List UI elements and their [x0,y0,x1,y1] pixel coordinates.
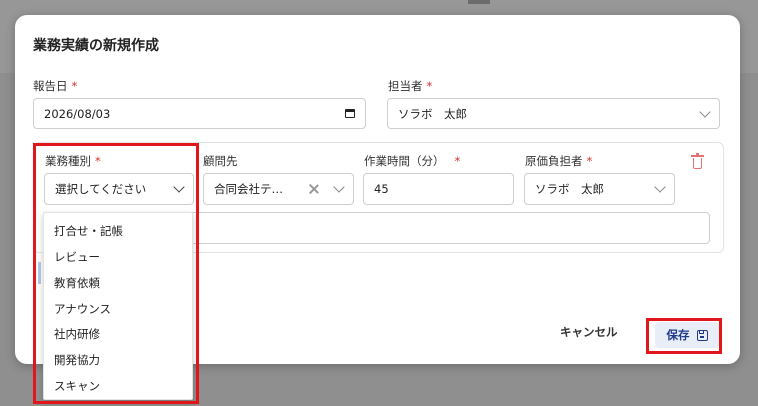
required-mark: * [586,154,593,168]
work-minutes-value: 45 [374,182,389,196]
report-date-value: 2026/08/03 [44,106,111,121]
required-mark: * [454,154,461,168]
required-mark: * [426,79,433,93]
save-button-highlight [646,318,722,354]
chevron-down-icon [654,181,666,193]
chevron-down-icon [699,105,711,118]
cost-owner-label-text: 原価負担者 [525,154,583,168]
cost-owner-select[interactable]: ソラボ 太郎 [524,173,675,205]
backdrop-element [468,0,490,4]
work-minutes-label: 作業時間（分） * [364,153,460,169]
cost-owner-label: 原価負担者 * [525,153,592,169]
cancel-button[interactable]: キャンセル [560,324,618,340]
calendar-icon[interactable] [345,109,355,118]
client-select[interactable]: 合同会社テ… [203,173,354,205]
cost-owner-value: ソラボ 太郎 [535,182,604,196]
work-minutes-input[interactable]: 45 [363,173,514,205]
chevron-down-icon [333,181,345,193]
work-type-highlight [33,143,199,404]
assignee-label: 担当者 * [388,78,432,94]
report-date-input[interactable]: 2026/08/03 [33,98,366,129]
required-mark: * [71,79,78,93]
assignee-label-text: 担当者 [388,79,423,93]
dialog-title: 業務実績の新規作成 [33,38,159,54]
trash-icon[interactable] [691,153,704,169]
report-date-label-text: 報告日 [33,79,68,93]
assignee-value: ソラボ 太郎 [398,106,467,121]
clear-icon[interactable] [309,184,319,194]
client-value: 合同会社テ… [214,182,283,196]
work-minutes-label-text: 作業時間（分） [364,154,445,168]
report-date-label: 報告日 * [33,78,77,94]
assignee-select[interactable]: ソラボ 太郎 [387,98,720,129]
client-label: 顧問先 [203,154,238,168]
